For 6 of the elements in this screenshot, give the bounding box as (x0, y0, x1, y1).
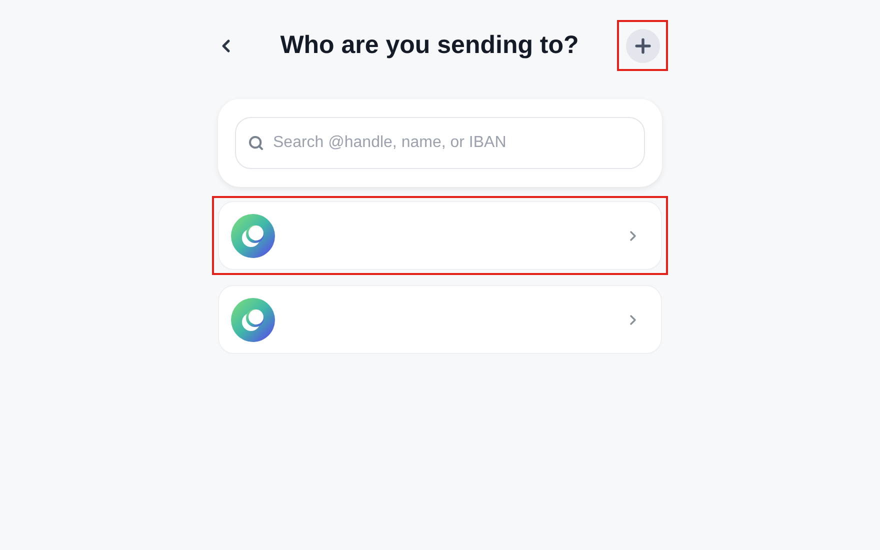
page-title: Who are you sending to? (279, 30, 580, 61)
avatar-icon (231, 214, 275, 258)
add-button[interactable] (626, 28, 660, 62)
search-field[interactable]: Search @handle, name, or IBAN (235, 117, 645, 169)
search-icon (248, 135, 264, 151)
avatar-icon (231, 298, 275, 342)
